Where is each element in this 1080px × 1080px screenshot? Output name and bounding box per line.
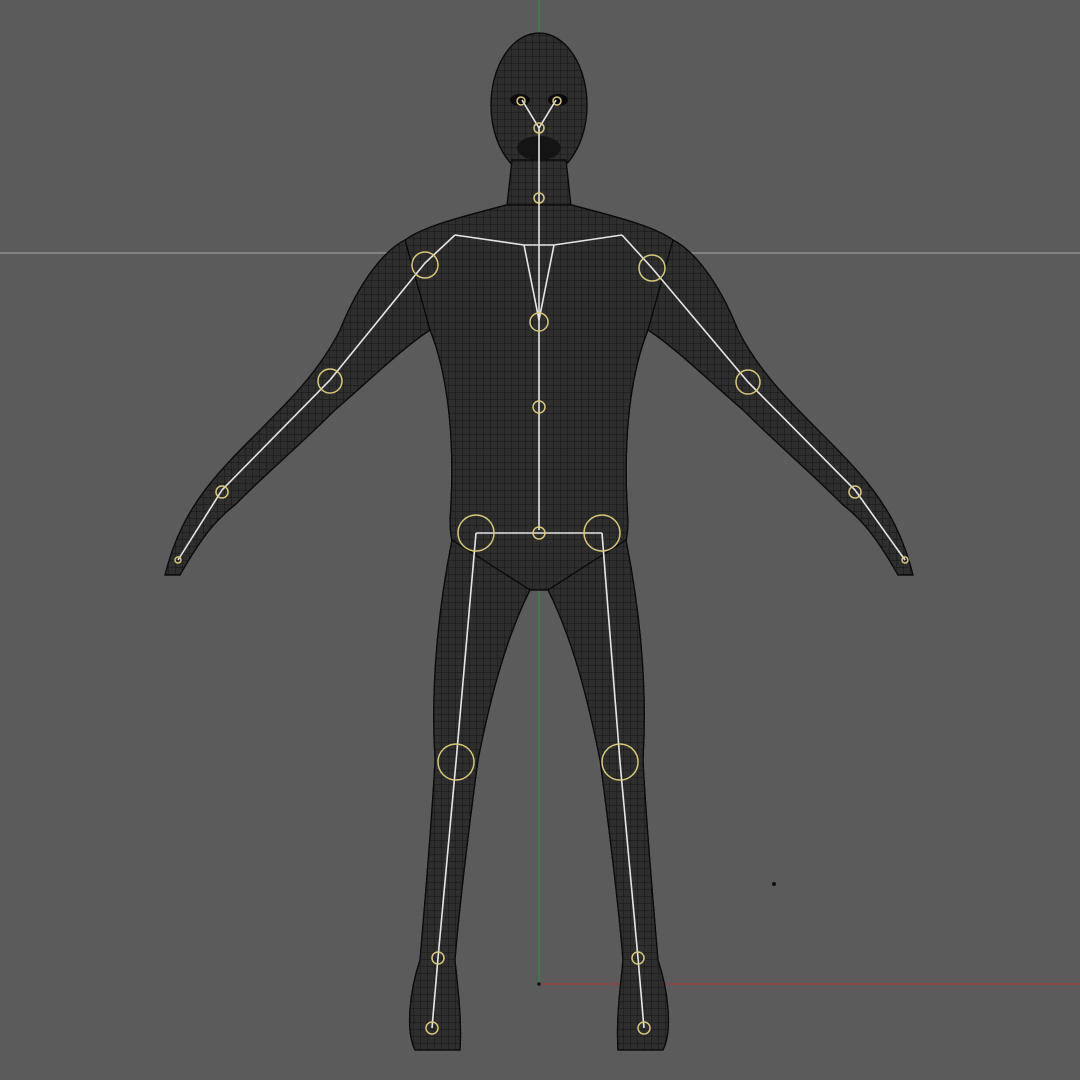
3d-viewport[interactable] xyxy=(0,0,1080,1080)
3d-cursor-icon[interactable] xyxy=(772,882,776,886)
world-origin-icon xyxy=(537,982,541,986)
